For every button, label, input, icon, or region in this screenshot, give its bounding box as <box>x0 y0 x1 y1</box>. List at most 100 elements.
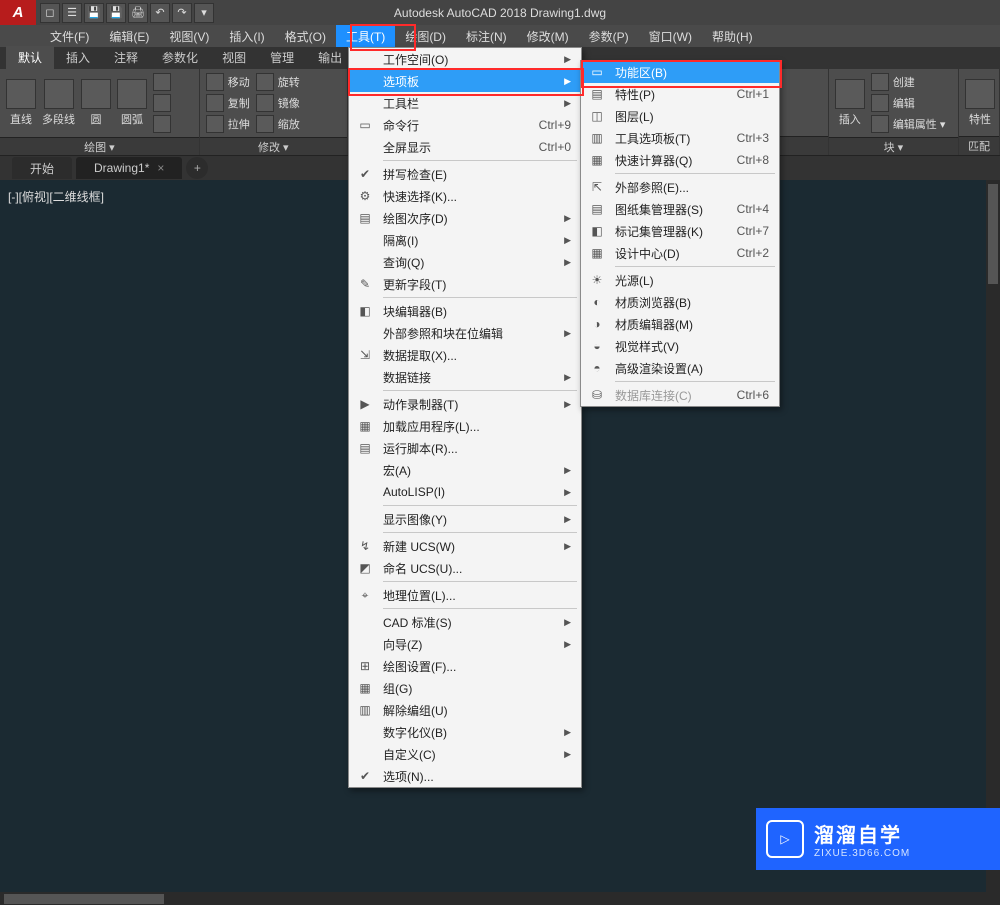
menu-item[interactable]: ▤运行脚本(R)... <box>349 437 581 459</box>
menu-item[interactable]: 隔离(I)▶ <box>349 229 581 251</box>
menu-edit[interactable]: 编辑(E) <box>99 25 159 47</box>
qat-redo-icon[interactable]: ↷ <box>172 3 192 23</box>
menu-item[interactable]: ✎更新字段(T) <box>349 273 581 295</box>
menu-item[interactable]: AutoLISP(I)▶ <box>349 481 581 503</box>
menu-item[interactable]: 工作空间(O)▶ <box>349 48 581 70</box>
panel-title[interactable]: 修改 ▾ <box>200 137 347 155</box>
menu-item[interactable]: ▦加载应用程序(L)... <box>349 415 581 437</box>
menu-item[interactable]: ▦设计中心(D)Ctrl+2 <box>581 242 779 264</box>
menu-item[interactable]: ◧标记集管理器(K)Ctrl+7 <box>581 220 779 242</box>
ribbon-tab-manage[interactable]: 管理 <box>258 46 306 69</box>
tool-arc[interactable]: 圆弧 <box>117 79 147 127</box>
tool-line[interactable]: 直线 <box>6 79 36 127</box>
app-logo-icon[interactable]: A <box>0 0 36 25</box>
scrollbar-horizontal[interactable] <box>0 892 1000 905</box>
menu-item[interactable]: ◩命名 UCS(U)... <box>349 557 581 579</box>
menu-item[interactable]: ◓高级渲染设置(A) <box>581 357 779 379</box>
panel-title[interactable]: 匹配 <box>959 136 999 155</box>
scroll-thumb[interactable] <box>988 184 998 284</box>
tool-move[interactable]: 移动 <box>206 73 250 91</box>
tool-stretch[interactable]: 拉伸 <box>206 115 250 133</box>
tool-edit[interactable]: 编辑 <box>871 94 946 112</box>
draw-extra-icon[interactable] <box>153 73 171 91</box>
menu-item[interactable]: ▤绘图次序(D)▶ <box>349 207 581 229</box>
menu-tools[interactable]: 工具(T) <box>336 25 395 47</box>
menu-item[interactable]: ◐材质浏览器(B) <box>581 291 779 313</box>
menu-item[interactable]: ☀光源(L) <box>581 269 779 291</box>
menu-item[interactable]: ◫图层(L) <box>581 105 779 127</box>
panel-title[interactable]: 绘图 ▾ <box>0 137 199 155</box>
menu-item[interactable]: ▥工具选项板(T)Ctrl+3 <box>581 127 779 149</box>
menu-item[interactable]: 自定义(C)▶ <box>349 743 581 765</box>
menu-item[interactable]: 全屏显示Ctrl+0 <box>349 136 581 158</box>
ribbon-tab-view[interactable]: 视图 <box>210 46 258 69</box>
qat-more-icon[interactable]: ▾ <box>194 3 214 23</box>
menu-item[interactable]: 数字化仪(B)▶ <box>349 721 581 743</box>
tool-mirror[interactable]: 镜像 <box>256 94 300 112</box>
qat-save-icon[interactable]: 💾 <box>84 3 104 23</box>
menu-item[interactable]: ⇱外部参照(E)... <box>581 176 779 198</box>
menu-format[interactable]: 格式(O) <box>275 25 336 47</box>
tool-create[interactable]: 创建 <box>871 73 946 91</box>
menu-item[interactable]: 显示图像(Y)▶ <box>349 508 581 530</box>
menu-item[interactable]: 外部参照和块在位编辑▶ <box>349 322 581 344</box>
qat-saveas-icon[interactable]: 💾 <box>106 3 126 23</box>
menu-item[interactable]: ▶动作录制器(T)▶ <box>349 393 581 415</box>
menu-item[interactable]: 工具栏▶ <box>349 92 581 114</box>
viewport-label[interactable]: [-][俯视][二维线框] <box>8 188 104 205</box>
menu-help[interactable]: 帮助(H) <box>702 25 763 47</box>
tool-rotate[interactable]: 旋转 <box>256 73 300 91</box>
tool-editattr[interactable]: 编辑属性 ▾ <box>871 115 946 133</box>
draw-extra-icon[interactable] <box>153 115 171 133</box>
qat-undo-icon[interactable]: ↶ <box>150 3 170 23</box>
doctab-start[interactable]: 开始 <box>12 157 72 179</box>
menu-window[interactable]: 窗口(W) <box>639 25 702 47</box>
menu-item[interactable]: ◧块编辑器(B) <box>349 300 581 322</box>
ribbon-tab-annot[interactable]: 注释 <box>102 46 150 69</box>
tool-match[interactable]: 特性 <box>965 79 995 127</box>
ribbon-tab-param[interactable]: 参数化 <box>150 46 210 69</box>
menu-item[interactable]: ▦快速计算器(Q)Ctrl+8 <box>581 149 779 171</box>
panel-title[interactable]: 块 ▾ <box>829 137 958 155</box>
tool-scale[interactable]: 缩放 <box>256 115 300 133</box>
menu-item[interactable]: ◑材质编辑器(M) <box>581 313 779 335</box>
menu-item[interactable]: ⚙快速选择(K)... <box>349 185 581 207</box>
menu-modify[interactable]: 修改(M) <box>517 25 579 47</box>
menu-item[interactable]: ▤特性(P)Ctrl+1 <box>581 83 779 105</box>
menu-insert[interactable]: 插入(I) <box>219 25 274 47</box>
qat-new-icon[interactable]: ◻ <box>40 3 60 23</box>
doctab-drawing1[interactable]: Drawing1*× <box>76 157 182 179</box>
tool-insert[interactable]: 插入 <box>835 79 865 127</box>
draw-extra-icon[interactable] <box>153 94 171 112</box>
menu-item[interactable]: ⊞绘图设置(F)... <box>349 655 581 677</box>
menu-item[interactable]: ⇲数据提取(X)... <box>349 344 581 366</box>
menu-item[interactable]: ⌖地理位置(L)... <box>349 584 581 606</box>
menu-item[interactable]: ◒视觉样式(V) <box>581 335 779 357</box>
close-icon[interactable]: × <box>157 161 164 175</box>
menu-view[interactable]: 视图(V) <box>159 25 219 47</box>
ribbon-tab-insert[interactable]: 插入 <box>54 46 102 69</box>
menu-item[interactable]: 宏(A)▶ <box>349 459 581 481</box>
menu-draw[interactable]: 绘图(D) <box>395 25 456 47</box>
ribbon-tab-default[interactable]: 默认 <box>6 46 54 69</box>
menu-item[interactable]: CAD 标准(S)▶ <box>349 611 581 633</box>
scrollbar-vertical[interactable] <box>986 180 1000 905</box>
menu-item[interactable]: ⛁数据库连接(C)Ctrl+6 <box>581 384 779 406</box>
menu-item[interactable]: 数据链接▶ <box>349 366 581 388</box>
menu-param[interactable]: 参数(P) <box>579 25 639 47</box>
menu-item[interactable]: ↯新建 UCS(W)▶ <box>349 535 581 557</box>
tool-circle[interactable]: 圆 <box>81 79 111 127</box>
menu-item[interactable]: ✔拼写检查(E) <box>349 163 581 185</box>
menu-item[interactable]: 查询(Q)▶ <box>349 251 581 273</box>
menu-item[interactable]: 向导(Z)▶ <box>349 633 581 655</box>
menu-item[interactable]: ▦组(G) <box>349 677 581 699</box>
menu-dimension[interactable]: 标注(N) <box>456 25 517 47</box>
tool-polyline[interactable]: 多段线 <box>42 79 75 127</box>
scroll-thumb[interactable] <box>4 894 164 904</box>
menu-item[interactable]: ▤图纸集管理器(S)Ctrl+4 <box>581 198 779 220</box>
qat-print-icon[interactable]: 🖨 <box>128 3 148 23</box>
qat-open-icon[interactable]: ☰ <box>62 3 82 23</box>
menu-file[interactable]: 文件(F) <box>40 25 99 47</box>
menu-item[interactable]: ✔选项(N)... <box>349 765 581 787</box>
menu-item[interactable]: ▥解除编组(U) <box>349 699 581 721</box>
